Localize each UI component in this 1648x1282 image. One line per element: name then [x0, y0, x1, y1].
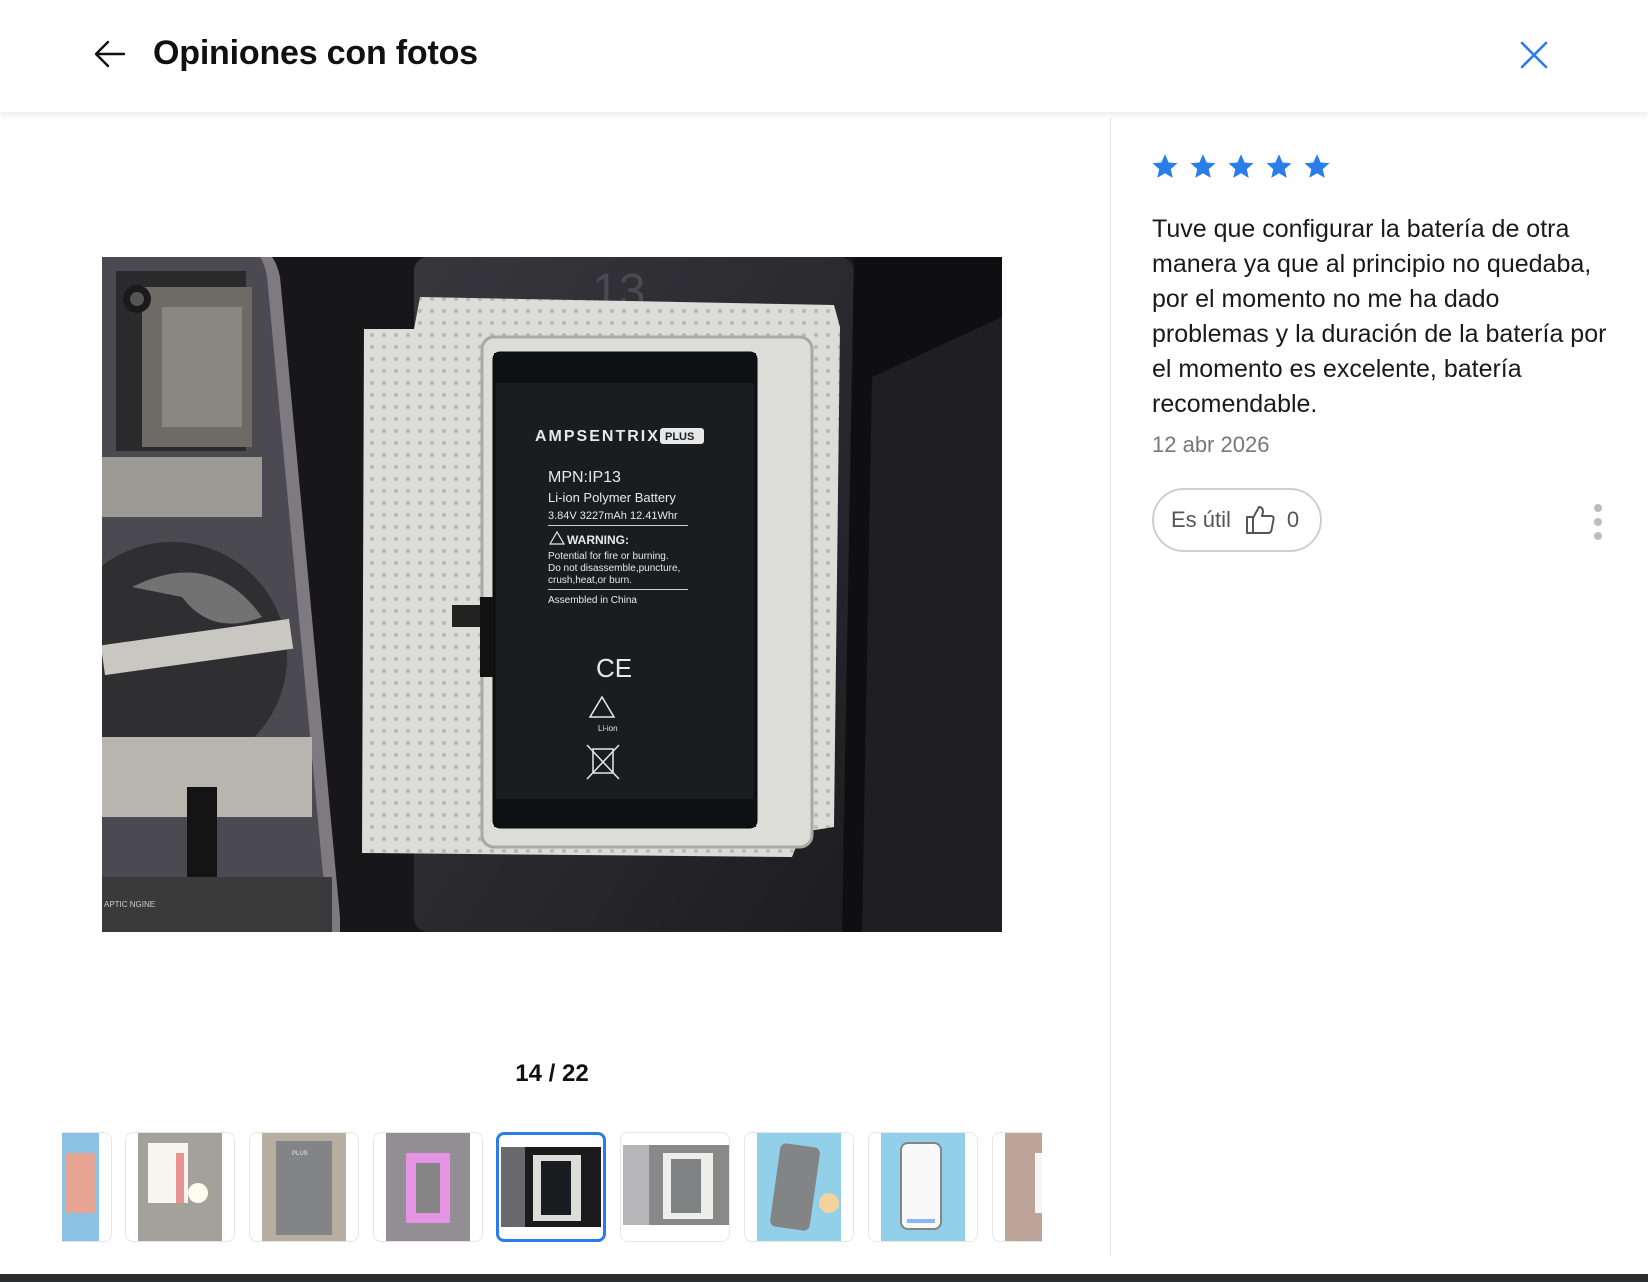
counter-separator: / [548, 1060, 556, 1087]
star-icon [1266, 154, 1292, 178]
thumbnail-5-active[interactable] [496, 1132, 606, 1242]
thumbnail-strip: PLUS [62, 1132, 1042, 1244]
battery-ce-text: CE [596, 653, 632, 683]
thumbnail-3-image: PLUS [262, 1133, 346, 1241]
helpful-button[interactable]: Es útil 0 [1152, 488, 1322, 552]
thumbnail-8-image [881, 1133, 965, 1241]
back-button[interactable] [92, 36, 128, 72]
battery-type-text: Li-ion Polymer Battery [548, 490, 676, 505]
thumbnail-1[interactable] [62, 1132, 112, 1242]
thumbnail-4-image [386, 1133, 470, 1241]
counter-total: 22 [562, 1060, 589, 1087]
battery-mpn-text: MPN:IP13 [548, 469, 621, 486]
battery-brand-badge-text: PLUS [665, 431, 694, 443]
review-text: Tuve que configurar la batería de otra m… [1152, 215, 1607, 418]
thumbnail-3-brand-text: PLUS [292, 1151, 308, 1157]
page-title: Opiniones con fotos [153, 34, 478, 72]
thumbnail-1-image [62, 1133, 99, 1241]
battery-brand-text: AMPSENTRIX [535, 428, 660, 445]
battery-warning-line2-text: Do not disassemble,puncture, [548, 563, 680, 574]
battery-recycle-text: Li-ion [598, 724, 618, 733]
review-photo: APTIC NGINE 13 AMPSENTRIX PLUS MPN:IP13 … [102, 257, 1002, 932]
header: Opiniones con fotos [0, 0, 1648, 112]
battery-warning-line3-text: crush,heat,or burn. [548, 575, 632, 586]
arrow-left-icon [94, 40, 126, 68]
thumbnail-9[interactable] [992, 1132, 1042, 1242]
battery-warning-text: WARNING: [567, 533, 629, 547]
battery-photo-image: APTIC NGINE 13 AMPSENTRIX PLUS MPN:IP13 … [102, 257, 1002, 932]
panel-divider [1110, 118, 1111, 1256]
star-icon [1304, 154, 1330, 178]
thumbnail-7[interactable] [744, 1132, 854, 1242]
battery-origin-text: Assembled in China [548, 595, 637, 606]
star-icon [1190, 154, 1216, 178]
helpful-count: 0 [1286, 507, 1300, 532]
thumbnail-4[interactable] [373, 1132, 483, 1242]
thumbnail-7-image [757, 1133, 841, 1241]
battery-specs-text: 3.84V 3227mAh 12.41Whr [548, 510, 678, 522]
thumbnail-5-image [501, 1147, 601, 1227]
thumbnail-9-image [1005, 1133, 1042, 1241]
battery-warning-line1-text: Potential for fire or burning. [548, 551, 669, 562]
star-icon [1152, 154, 1178, 178]
review-date: 12 abr 2026 [1152, 432, 1270, 457]
thumbnail-2[interactable] [125, 1132, 235, 1242]
close-button[interactable] [1515, 36, 1553, 74]
helpful-label: Es útil [1171, 507, 1231, 532]
thumbnail-6[interactable] [620, 1132, 730, 1242]
photo-counter: 14 / 22 [452, 1060, 652, 1088]
counter-current: 14 [515, 1060, 542, 1087]
star-icon [1228, 154, 1254, 178]
thumbnail-8[interactable] [868, 1132, 978, 1242]
thumbnail-6-image [623, 1145, 729, 1225]
rating-stars [1150, 152, 1332, 182]
phone-label-text: APTIC NGINE [104, 900, 155, 909]
more-vertical-icon [1594, 504, 1602, 540]
thumbnail-2-image [138, 1133, 222, 1241]
more-options-button[interactable] [1584, 502, 1612, 542]
window-bottom-edge [0, 1274, 1648, 1282]
close-icon [1520, 41, 1548, 69]
thumbnail-3[interactable]: PLUS [249, 1132, 359, 1242]
thumbs-up-icon [1245, 506, 1275, 534]
